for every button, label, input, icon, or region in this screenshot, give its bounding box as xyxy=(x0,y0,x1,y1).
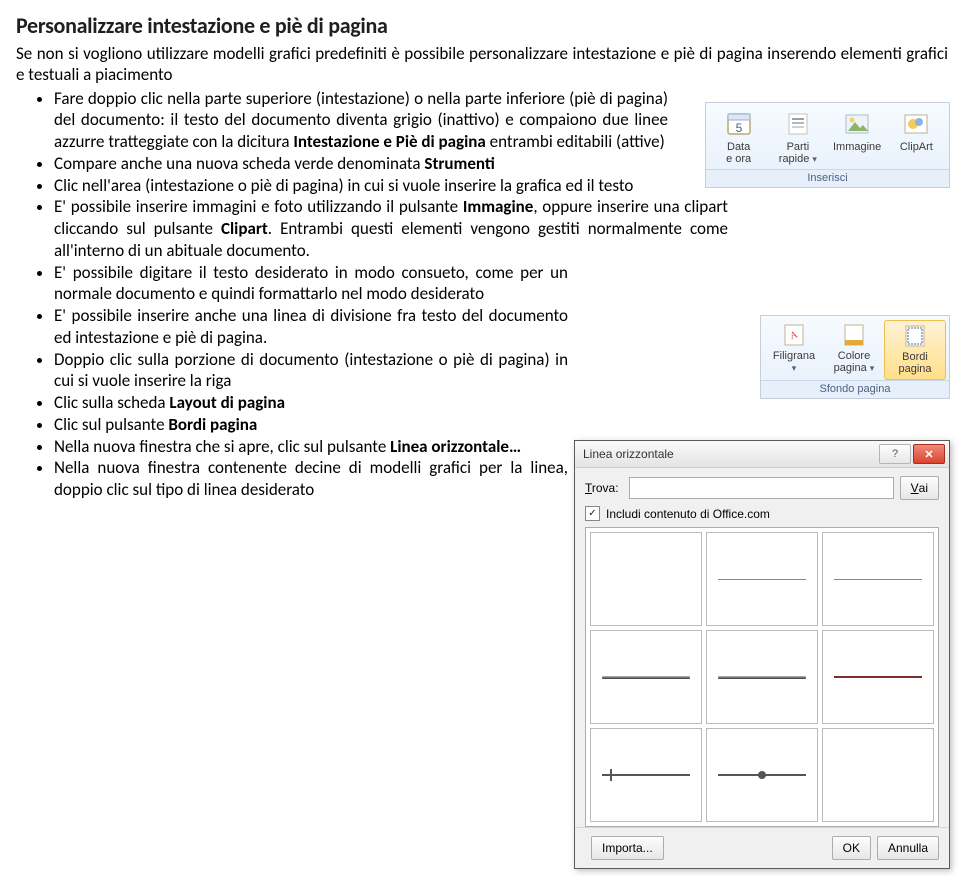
checkbox-icon: ✓ xyxy=(585,506,600,521)
text: Nella nuova finestra che si apre, clic s… xyxy=(54,436,390,457)
help-button[interactable]: ? xyxy=(879,444,911,464)
ribbon-btn-parti-rapide[interactable]: Parti rapide ▾ xyxy=(768,107,827,169)
go-button[interactable]: Vai xyxy=(900,476,939,500)
line-style-swatch[interactable] xyxy=(590,630,702,724)
text: Nella nuova finestra contenente decine d… xyxy=(54,457,568,500)
text-bold: Layout di pagina xyxy=(169,392,285,413)
chevron-down-icon: ▾ xyxy=(792,363,797,373)
include-office-checkbox[interactable]: ✓ Includi contenuto di Office.com xyxy=(585,506,939,521)
text-bold: Immagine xyxy=(463,196,534,217)
ribbon-btn-immagine[interactable]: Immagine xyxy=(828,107,887,169)
chevron-down-icon: ▾ xyxy=(870,363,875,373)
dialog-title: Linea orizzontale xyxy=(583,447,877,461)
text-bold: Intestazione e Piè di pagina xyxy=(293,131,485,152)
text: Clic sulla scheda xyxy=(54,392,169,413)
help-icon: ? xyxy=(892,448,898,460)
list-item: E' possibile inserire immagini e foto ut… xyxy=(54,196,948,261)
ribbon-group-label: Inserisci xyxy=(706,169,949,187)
ribbon-label: Data e ora xyxy=(711,141,766,165)
pagecolor-icon xyxy=(826,322,882,348)
text: Clic sul pulsante xyxy=(54,414,168,435)
find-label: Trova: xyxy=(585,481,629,495)
calendar-icon: 5 xyxy=(711,109,766,139)
line-style-swatch[interactable] xyxy=(822,532,934,626)
close-button[interactable]: ✕ xyxy=(913,444,945,464)
line-style-swatch[interactable] xyxy=(822,728,934,822)
dialog-titlebar[interactable]: Linea orizzontale ? ✕ xyxy=(575,441,949,468)
ribbon-btn-colore-pagina[interactable]: Colore pagina ▾ xyxy=(824,320,884,380)
watermark-icon: A xyxy=(766,322,822,348)
ribbon-group-inserisci: 5 Data e ora Parti rapide ▾ Immagine Cli… xyxy=(705,102,950,188)
ribbon-label: Filigrana xyxy=(773,350,815,362)
text: E' possibile digitare il testo desiderat… xyxy=(54,262,568,305)
intro-paragraph: Se non si vogliono utilizzare modelli gr… xyxy=(16,43,948,86)
pageborders-icon xyxy=(887,323,943,349)
ribbon-group-sfondo-pagina: A Filigrana▾ Colore pagina ▾ Bordi pagin… xyxy=(760,315,950,399)
text: entrambi editabili (attive) xyxy=(486,131,665,152)
list-item: Clic sul pulsante Bordi pagina xyxy=(54,414,948,436)
line-style-swatch[interactable] xyxy=(822,630,934,724)
text: E' possibile inserire immagini e foto ut… xyxy=(54,196,463,217)
chevron-down-icon: ▾ xyxy=(812,154,817,164)
dialog-linea-orizzontale: Linea orizzontale ? ✕ Trova: Vai ✓ Inclu… xyxy=(574,440,950,869)
page-title: Personalizzare intestazione e piè di pag… xyxy=(16,12,948,39)
ribbon-label: Immagine xyxy=(830,141,885,153)
text: E' possibile inserire anche una linea di… xyxy=(54,305,568,348)
ribbon-btn-data-e-ora[interactable]: 5 Data e ora xyxy=(709,107,768,169)
text-bold: Clipart xyxy=(221,218,268,239)
import-button[interactable]: Importa... xyxy=(591,836,664,860)
line-style-swatch[interactable] xyxy=(590,728,702,822)
ribbon-label: Bordi pagina xyxy=(887,351,943,375)
line-style-swatch[interactable] xyxy=(590,532,702,626)
line-style-gallery xyxy=(585,527,939,827)
close-icon: ✕ xyxy=(924,448,933,461)
text: Compare anche una nuova scheda verde den… xyxy=(54,153,424,174)
line-style-swatch[interactable] xyxy=(706,728,818,822)
include-label: Includi contenuto di Office.com xyxy=(606,507,770,521)
cancel-button[interactable]: Annulla xyxy=(877,836,939,860)
line-style-swatch[interactable] xyxy=(706,630,818,724)
clipart-icon xyxy=(889,109,944,139)
ribbon-group-label: Sfondo pagina xyxy=(761,380,949,398)
text: Doppio clic sulla porzione di documento … xyxy=(54,349,568,392)
find-input[interactable] xyxy=(629,477,894,499)
ribbon-label: ClipArt xyxy=(889,141,944,153)
text-bold: Bordi pagina xyxy=(168,414,257,435)
ok-button[interactable]: OK xyxy=(832,836,871,860)
quickparts-icon xyxy=(770,109,825,139)
ribbon-btn-clipart[interactable]: ClipArt xyxy=(887,107,946,169)
picture-icon xyxy=(830,109,885,139)
ribbon-label: Parti rapide xyxy=(779,141,810,165)
svg-text:5: 5 xyxy=(735,121,742,135)
text-bold: Strumenti xyxy=(424,153,494,174)
ribbon-btn-bordi-pagina[interactable]: Bordi pagina xyxy=(884,320,946,380)
text-bold: Linea orizzontale… xyxy=(390,436,521,457)
ribbon-label: Colore pagina xyxy=(834,350,871,374)
line-style-swatch[interactable] xyxy=(706,532,818,626)
text: Clic nell'area (intestazione o piè di pa… xyxy=(54,175,633,196)
ribbon-btn-filigrana[interactable]: A Filigrana▾ xyxy=(764,320,824,380)
list-item: E' possibile digitare il testo desiderat… xyxy=(54,262,948,306)
